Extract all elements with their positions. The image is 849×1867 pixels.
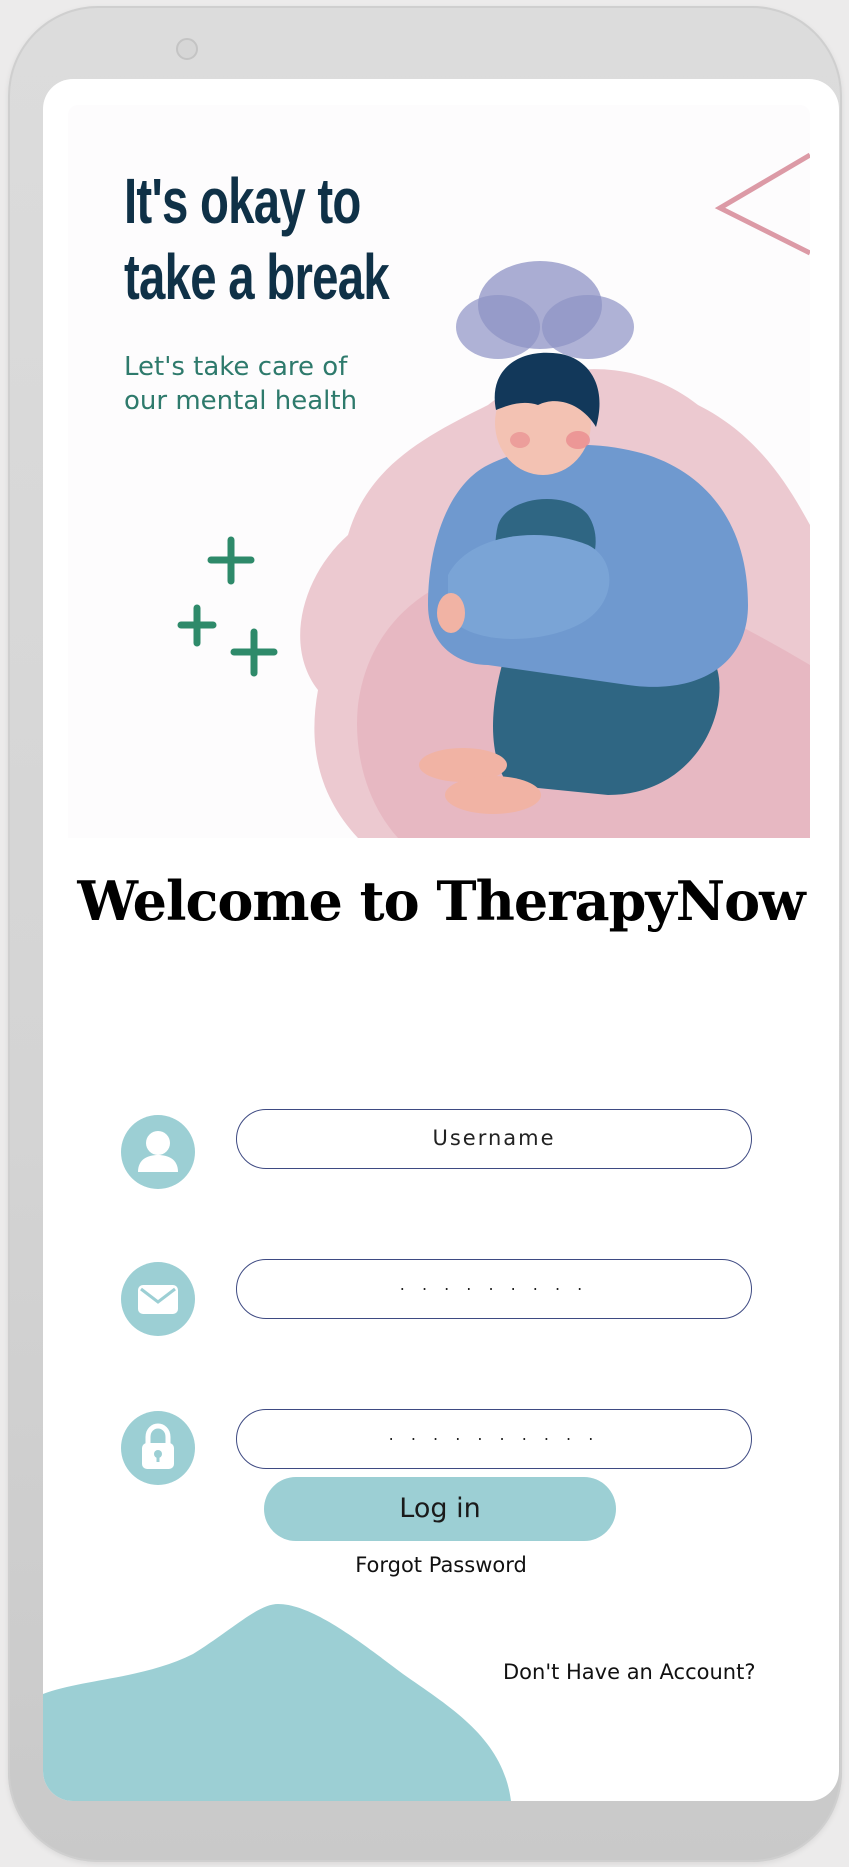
forgot-password-link[interactable]: Forgot Password — [43, 1553, 839, 1577]
envelope-icon — [121, 1262, 195, 1336]
login-button[interactable]: Log in — [264, 1477, 616, 1541]
headline-line-2: take a break — [124, 241, 390, 313]
camera-icon — [176, 38, 198, 60]
app-screen: It's okay to take a break Let's take car… — [43, 79, 839, 1801]
email-field[interactable]: . . . . . . . . . — [236, 1259, 752, 1319]
password-field[interactable]: . . . . . . . . . . — [236, 1409, 752, 1469]
decorative-wave — [43, 1604, 511, 1801]
lock-icon — [121, 1411, 195, 1485]
hero-banner: It's okay to take a break Let's take car… — [68, 105, 810, 838]
create-account-link[interactable]: Don't Have an Account? — [503, 1660, 755, 1684]
phone-frame: It's okay to take a break Let's take car… — [8, 6, 842, 1862]
user-icon — [121, 1115, 195, 1189]
banner-headline: It's okay to take a break — [124, 163, 464, 315]
subhead-line-1: Let's take care of — [124, 352, 348, 382]
welcome-title: Welcome to TherapyNow — [77, 869, 805, 933]
username-field[interactable]: Username — [236, 1109, 752, 1169]
banner-subhead: Let's take care of our mental health — [124, 350, 424, 418]
subhead-line-2: our mental health — [124, 386, 358, 416]
headline-line-1: It's okay to — [124, 165, 361, 237]
